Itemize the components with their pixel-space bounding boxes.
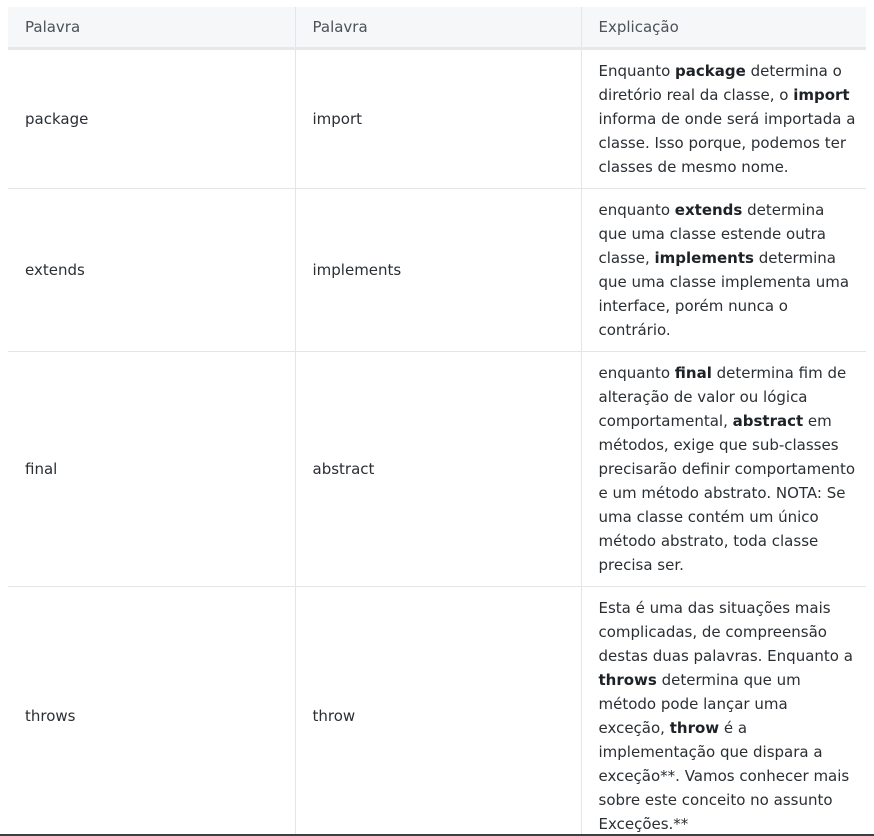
keywords-table-container: Palavra Palavra Explicação package impor…	[8, 7, 866, 834]
keyword-bold: implements	[654, 249, 754, 267]
keyword-bold: abstract	[732, 412, 804, 430]
table-header: Palavra Palavra Explicação	[8, 7, 866, 50]
word-1-cell: throws	[8, 586, 295, 834]
word-2-cell: implements	[294, 188, 581, 352]
explanation-text: enquanto	[598, 201, 675, 219]
header-row: Palavra Palavra Explicação	[8, 7, 866, 50]
table-row: throws throw Esta é uma das situações ma…	[8, 586, 866, 834]
word-2-cell: abstract	[294, 351, 581, 587]
table-row: extends implements enquanto extends dete…	[8, 188, 866, 352]
word-2-cell: throw	[294, 586, 581, 834]
keyword-bold: final	[674, 364, 712, 382]
header-word-1: Palavra	[8, 7, 295, 50]
header-word-2: Palavra	[294, 7, 581, 50]
header-explanation: Explicação	[580, 7, 866, 50]
explanation-text: Esta é uma das situações mais complicada…	[598, 599, 853, 665]
keywords-table: Palavra Palavra Explicação package impor…	[8, 7, 866, 834]
explanation-text: Enquanto	[598, 62, 676, 80]
keyword-bold: throw	[669, 719, 720, 737]
table-body: package import Enquanto package determin…	[8, 48, 866, 834]
explanation-text: enquanto	[598, 364, 675, 382]
word-2-cell: import	[294, 48, 581, 189]
explanation-text: em métodos, exige que sub-classes precis…	[598, 412, 856, 574]
explanation-text: informa de onde será importada a classe.…	[598, 110, 856, 176]
keyword-bold: package	[675, 62, 746, 80]
explanation-cell: Esta é uma das situações mais complicada…	[580, 586, 866, 834]
keyword-bold: extends	[674, 201, 743, 219]
keyword-bold: throws	[598, 671, 657, 689]
word-1-cell: package	[8, 48, 295, 189]
explanation-cell: Enquanto package determina o diretório r…	[580, 48, 866, 189]
keyword-bold: import	[793, 86, 850, 104]
word-1-cell: extends	[8, 188, 295, 352]
table-row: final abstract enquanto final determina …	[8, 351, 866, 587]
word-1-cell: final	[8, 351, 295, 587]
table-row: package import Enquanto package determin…	[8, 48, 866, 189]
explanation-cell: enquanto extends determina que uma class…	[580, 188, 866, 352]
explanation-cell: enquanto final determina fim de alteraçã…	[580, 351, 866, 587]
